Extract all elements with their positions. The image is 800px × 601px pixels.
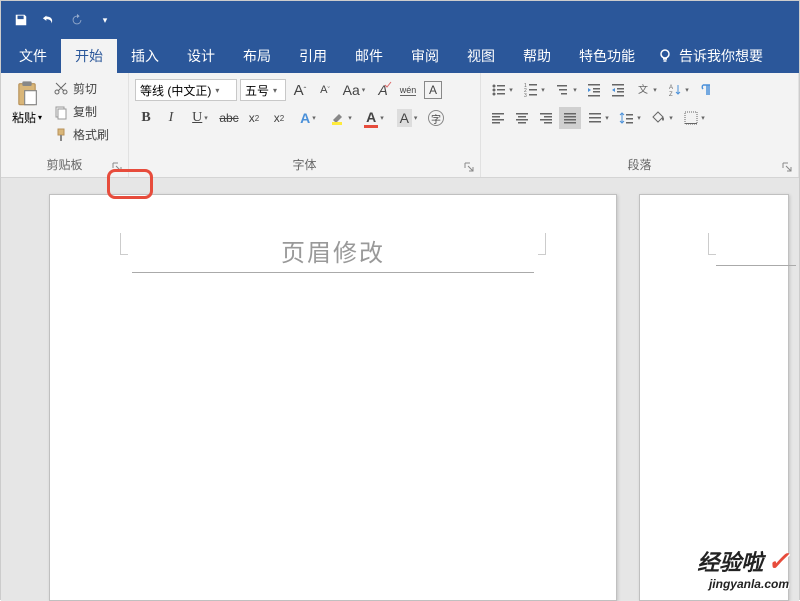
- clear-format-button[interactable]: A: [372, 79, 394, 101]
- highlight-button[interactable]: ▾: [326, 107, 356, 129]
- clipboard-launcher[interactable]: [111, 160, 125, 174]
- tab-insert[interactable]: 插入: [117, 39, 173, 73]
- margin-marker: [120, 233, 128, 255]
- paste-icon: [13, 79, 41, 107]
- italic-button[interactable]: I: [160, 107, 182, 129]
- font-launcher[interactable]: [463, 160, 477, 174]
- margin-marker: [708, 233, 716, 255]
- pilcrow-icon: [698, 82, 714, 98]
- header-underline: [716, 265, 796, 266]
- clipboard-group-label: 剪贴板: [7, 154, 122, 175]
- align-center-button[interactable]: [511, 107, 533, 129]
- header-underline: [132, 272, 534, 273]
- subscript-button[interactable]: x2: [243, 107, 265, 129]
- strikethrough-button[interactable]: abc: [218, 107, 240, 129]
- tab-help[interactable]: 帮助: [509, 39, 565, 73]
- svg-text:3: 3: [524, 93, 527, 98]
- show-marks-button[interactable]: [695, 79, 717, 101]
- align-center-icon: [514, 110, 530, 126]
- brush-icon: [53, 127, 69, 143]
- document-page-1[interactable]: 页眉修改: [49, 194, 617, 601]
- numbering-button[interactable]: 123▾: [519, 79, 549, 101]
- header-text[interactable]: 页眉修改: [128, 233, 538, 272]
- cut-button[interactable]: 剪切: [51, 79, 111, 98]
- paragraph-group-label: 段落: [487, 154, 792, 175]
- font-group-label: 字体: [135, 154, 474, 175]
- undo-button[interactable]: [37, 8, 61, 32]
- align-right-button[interactable]: [535, 107, 557, 129]
- svg-text:A: A: [669, 85, 673, 91]
- tab-layout[interactable]: 布局: [229, 39, 285, 73]
- shrink-font-button[interactable]: Aˇ: [314, 79, 336, 101]
- justify-button[interactable]: [559, 107, 581, 129]
- align-left-icon: [490, 110, 506, 126]
- multilevel-icon: [555, 82, 571, 98]
- sort-icon: AZ: [667, 82, 683, 98]
- increase-indent-button[interactable]: [607, 79, 629, 101]
- margin-marker: [538, 233, 546, 255]
- numbering-icon: 123: [523, 82, 539, 98]
- borders-button[interactable]: ▾: [679, 107, 709, 129]
- paste-button[interactable]: 粘贴▾: [7, 77, 47, 126]
- multilevel-button[interactable]: ▾: [551, 79, 581, 101]
- superscript-button[interactable]: x2: [268, 107, 290, 129]
- grow-font-button[interactable]: Aˆ: [289, 79, 311, 101]
- phonetic-guide-button[interactable]: wén: [397, 79, 419, 101]
- char-border-button[interactable]: A: [422, 79, 444, 101]
- font-size-combo[interactable]: 五号▾: [240, 79, 286, 101]
- borders-icon: [683, 110, 699, 126]
- align-left-button[interactable]: [487, 107, 509, 129]
- indent-icon: [610, 82, 626, 98]
- sort-button[interactable]: AZ▾: [663, 79, 693, 101]
- underline-button[interactable]: U▾: [185, 107, 215, 129]
- svg-text:Z: Z: [669, 92, 673, 98]
- distribute-button[interactable]: ▾: [583, 107, 613, 129]
- tab-special[interactable]: 特色功能: [565, 39, 649, 73]
- ltr-button[interactable]: 文▾: [631, 79, 661, 101]
- distribute-icon: [587, 110, 603, 126]
- document-page-2[interactable]: [639, 194, 789, 601]
- text-effects-button[interactable]: A▾: [293, 107, 323, 129]
- qat-customize[interactable]: ▾: [93, 8, 117, 32]
- char-shading-button[interactable]: A▾: [392, 107, 422, 129]
- outdent-icon: [586, 82, 602, 98]
- tell-me-search[interactable]: 告诉我你想要: [649, 39, 771, 73]
- svg-text:文: 文: [638, 83, 648, 96]
- tab-references[interactable]: 引用: [285, 39, 341, 73]
- tab-view[interactable]: 视图: [453, 39, 509, 73]
- enclose-char-button[interactable]: 字: [425, 107, 447, 129]
- line-spacing-button[interactable]: ▾: [615, 107, 645, 129]
- decrease-indent-button[interactable]: [583, 79, 605, 101]
- tab-file[interactable]: 文件: [5, 39, 61, 73]
- document-canvas[interactable]: 页眉修改: [1, 178, 799, 601]
- font-color-button[interactable]: A▾: [359, 107, 389, 129]
- scissors-icon: [53, 81, 69, 97]
- font-name-combo[interactable]: 等线 (中文正)▾: [135, 79, 237, 101]
- tab-review[interactable]: 审阅: [397, 39, 453, 73]
- change-case-button[interactable]: Aa▾: [339, 79, 369, 101]
- bullets-icon: [491, 82, 507, 98]
- format-painter-button[interactable]: 格式刷: [51, 125, 111, 144]
- highlight-icon: [330, 110, 346, 126]
- shading-button[interactable]: ▾: [647, 107, 677, 129]
- copy-button[interactable]: 复制: [51, 102, 111, 121]
- justify-icon: [562, 110, 578, 126]
- bullets-button[interactable]: ▾: [487, 79, 517, 101]
- bold-button[interactable]: B: [135, 107, 157, 129]
- align-right-icon: [538, 110, 554, 126]
- redo-button[interactable]: [65, 8, 89, 32]
- tell-me-label: 告诉我你想要: [679, 46, 763, 66]
- paragraph-launcher[interactable]: [781, 160, 795, 174]
- lightbulb-icon: [657, 48, 673, 64]
- tab-home[interactable]: 开始: [61, 39, 117, 73]
- copy-icon: [53, 104, 69, 120]
- text-dir-icon: 文: [635, 82, 651, 98]
- tab-design[interactable]: 设计: [173, 39, 229, 73]
- paint-bucket-icon: [651, 110, 667, 126]
- line-spacing-icon: [619, 110, 635, 126]
- save-button[interactable]: [9, 8, 33, 32]
- tab-mailings[interactable]: 邮件: [341, 39, 397, 73]
